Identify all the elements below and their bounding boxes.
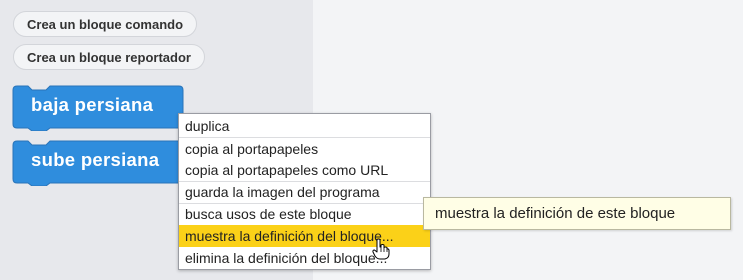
- block-label: baja persiana: [31, 94, 154, 115]
- menu-item-duplicate[interactable]: duplica: [179, 115, 430, 137]
- menu-item-copy-to-clipboard[interactable]: copia al portapapeles: [179, 138, 430, 160]
- custom-block-sube-persiana[interactable]: sube persiana: [12, 140, 192, 186]
- block-context-menu: duplica copia al portapapeles copia al p…: [178, 113, 431, 270]
- menu-item-save-script-pic[interactable]: guarda la imagen del programa: [179, 181, 430, 203]
- menu-item-tooltip: muestra la definición de este bloque: [423, 197, 731, 230]
- menu-item-delete-definition[interactable]: elimina la definición del bloque...: [179, 247, 430, 269]
- make-command-block-button[interactable]: Crea un bloque comando: [13, 11, 198, 37]
- menu-item-copy-as-url[interactable]: copia al portapapeles como URL: [179, 159, 430, 181]
- hand-pointer-icon: [372, 238, 390, 260]
- menu-item-find-uses[interactable]: busca usos de este bloque: [179, 203, 430, 225]
- menu-item-show-definition[interactable]: muestra la definición del bloque...: [179, 225, 430, 247]
- custom-block-baja-persiana[interactable]: baja persiana: [12, 85, 184, 131]
- block-label: sube persiana: [31, 149, 160, 170]
- make-reporter-block-button[interactable]: Crea un bloque reportador: [13, 44, 205, 70]
